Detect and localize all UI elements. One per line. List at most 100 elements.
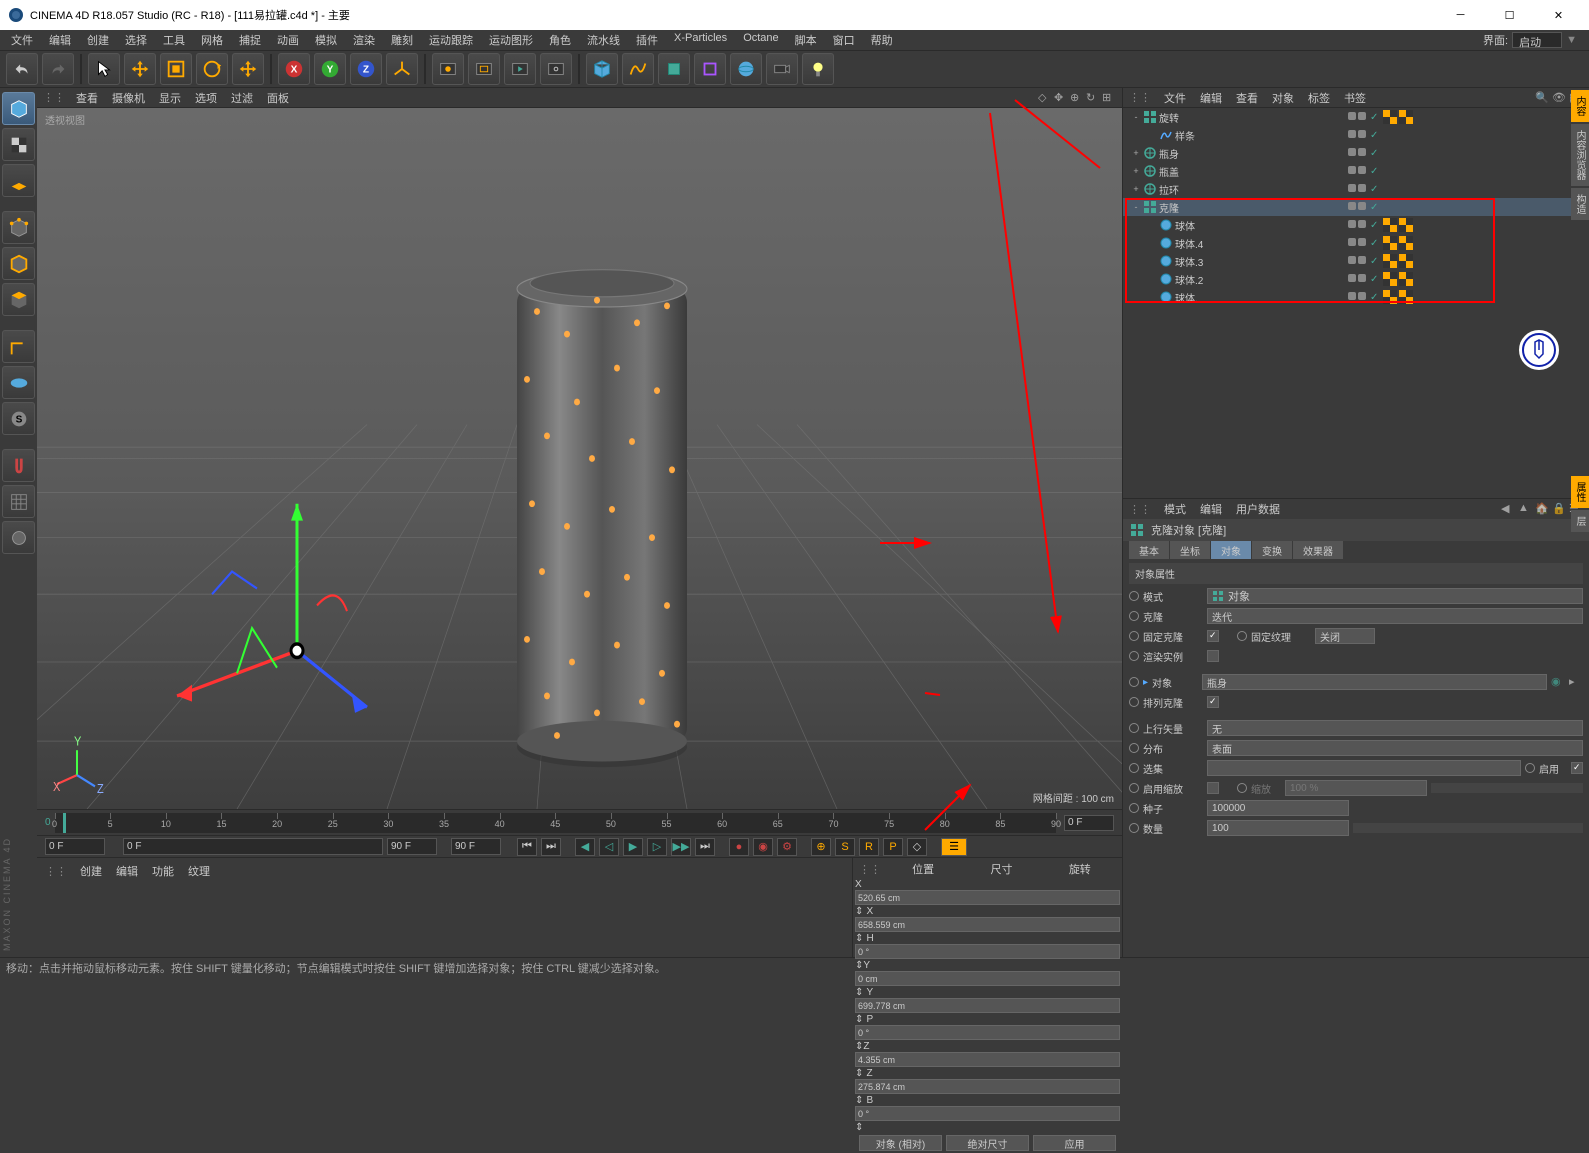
attr-tab-坐标[interactable]: 坐标 (1170, 541, 1210, 559)
tree-expand-3[interactable]: + (1131, 166, 1141, 176)
object-radio[interactable] (1129, 677, 1139, 687)
mat-menu-功能[interactable]: 功能 (145, 864, 181, 880)
menu-流水线[interactable]: 流水线 (580, 30, 627, 50)
last-tool[interactable] (232, 53, 264, 85)
fixtex-radio[interactable] (1237, 631, 1247, 641)
tag-0-0[interactable] (1383, 110, 1397, 124)
vp-menu-摄像机[interactable]: 摄像机 (105, 91, 152, 107)
polygon-mode[interactable] (2, 283, 35, 316)
tree-expand-0[interactable]: - (1131, 112, 1141, 122)
coord-dots-icon[interactable]: ⋮⋮ (859, 863, 881, 876)
redo-button[interactable] (42, 53, 74, 85)
tree-label-6[interactable]: 球体 (1175, 218, 1195, 233)
vis-check-4[interactable]: ✓ (1370, 184, 1378, 195)
mat-menu-创建[interactable]: 创建 (73, 864, 109, 880)
attr-tab-对象[interactable]: 对象 (1211, 541, 1251, 559)
tree-label-0[interactable]: 旋转 (1159, 110, 1179, 125)
scale2-radio[interactable] (1237, 783, 1247, 793)
object-arrow-icon[interactable]: ▸ (1569, 675, 1583, 689)
autokey[interactable]: ◉ (753, 838, 773, 856)
attr-lock-icon[interactable]: 🔒 (1552, 502, 1566, 516)
attr-home-icon[interactable]: 🏠 (1535, 502, 1549, 516)
goto-end[interactable]: ⏭ (541, 838, 561, 856)
mat-dots-icon[interactable]: ⋮⋮ (45, 865, 67, 878)
vis-check-7[interactable]: ✓ (1370, 238, 1378, 249)
vis-editor-8[interactable] (1348, 256, 1356, 264)
menu-帮助[interactable]: 帮助 (864, 30, 900, 50)
vp-menu-过滤[interactable]: 过滤 (224, 91, 260, 107)
menu-文件[interactable]: 文件 (4, 30, 40, 50)
mode-select[interactable]: 对象 (1207, 588, 1583, 604)
dist-select[interactable]: 表面 (1207, 740, 1583, 756)
record-key[interactable]: ● (729, 838, 749, 856)
menu-插件[interactable]: 插件 (629, 30, 665, 50)
tag-7-1[interactable] (1399, 236, 1413, 250)
tree-row-球体.[interactable]: 球体. ✓ (1123, 288, 1589, 306)
vis-check-9[interactable]: ✓ (1370, 274, 1378, 285)
vp-pan-icon[interactable]: ✥ (1054, 91, 1068, 105)
key-options[interactable]: ⚙ (777, 838, 797, 856)
fixclone-radio[interactable] (1129, 631, 1139, 641)
side-tab-browser[interactable]: 内容浏览器 (1571, 124, 1589, 186)
tree-expand-4[interactable]: + (1131, 184, 1141, 194)
enable-check[interactable] (1571, 762, 1583, 774)
next-frame[interactable]: ▷ (647, 838, 667, 856)
rot-B-spinner[interactable]: ⇕ (855, 1122, 863, 1133)
mode-radio[interactable] (1129, 591, 1139, 601)
vis-check-3[interactable]: ✓ (1370, 166, 1378, 177)
count-radio[interactable] (1129, 823, 1139, 833)
clone-radio[interactable] (1129, 611, 1139, 621)
tree-row-瓶盖[interactable]: + 瓶盖 ✓ (1123, 162, 1589, 180)
menu-捕捉[interactable]: 捕捉 (232, 30, 268, 50)
vis-render-6[interactable] (1358, 220, 1366, 228)
vis-check-10[interactable]: ✓ (1370, 292, 1378, 303)
snap-toggle[interactable]: S (2, 402, 35, 435)
tag-9-0[interactable] (1383, 272, 1397, 286)
viewport-tool[interactable] (2, 366, 35, 399)
vis-render-2[interactable] (1358, 148, 1366, 156)
key-pla[interactable]: ◇ (907, 838, 927, 856)
play[interactable]: ▶ (623, 838, 643, 856)
axis-mode[interactable] (2, 330, 35, 363)
tree-expand-1[interactable] (1147, 130, 1157, 140)
size-X-input[interactable] (855, 917, 1120, 932)
size-Y-spinner[interactable]: ⇕ (855, 1014, 863, 1025)
vis-render-3[interactable] (1358, 166, 1366, 174)
vis-check-2[interactable]: ✓ (1370, 148, 1378, 159)
tree-label-3[interactable]: 瓶盖 (1159, 164, 1179, 179)
vis-editor-6[interactable] (1348, 220, 1356, 228)
mat-menu-纹理[interactable]: 纹理 (181, 864, 217, 880)
upvec-select[interactable]: 无 (1207, 720, 1583, 736)
vp-menu-面板[interactable]: 面板 (260, 91, 296, 107)
magnet-tool[interactable] (2, 449, 35, 482)
rot-P-input[interactable] (855, 1025, 1120, 1040)
vp-menu-显示[interactable]: 显示 (152, 91, 188, 107)
tree-row-克隆[interactable]: - 克隆 ✓ (1123, 198, 1589, 216)
workplane-mode[interactable] (2, 164, 35, 197)
add-environment[interactable] (730, 53, 762, 85)
render-view[interactable] (432, 53, 464, 85)
rot-H-input[interactable] (855, 944, 1120, 959)
object-label-link[interactable]: ▸ (1143, 677, 1148, 688)
om-menu-文件[interactable]: 文件 (1157, 91, 1193, 107)
tree-expand-10[interactable] (1147, 292, 1157, 302)
vis-check-8[interactable]: ✓ (1370, 256, 1378, 267)
x-axis-lock[interactable]: X (278, 53, 310, 85)
tag-10-0[interactable] (1383, 290, 1397, 304)
arrange-radio[interactable] (1129, 697, 1139, 707)
upvec-radio[interactable] (1129, 723, 1139, 733)
prev-key[interactable]: ◀ (575, 838, 595, 856)
pos-X-spinner[interactable]: ⇕ (855, 906, 863, 917)
pos-X-input[interactable] (855, 890, 1120, 905)
om-menu-对象[interactable]: 对象 (1265, 91, 1301, 107)
frame-start[interactable] (45, 838, 105, 855)
rotate-tool[interactable] (196, 53, 228, 85)
seed-radio[interactable] (1129, 803, 1139, 813)
vis-render-1[interactable] (1358, 130, 1366, 138)
point-mode[interactable] (2, 211, 35, 244)
object-pick-icon[interactable]: ◉ (1551, 675, 1565, 689)
add-light[interactable] (802, 53, 834, 85)
coord-mode-btn[interactable]: 对象 (相对) (859, 1135, 942, 1151)
viewport[interactable]: 透视视图 (37, 108, 1122, 809)
workplane-tool[interactable] (2, 485, 35, 518)
